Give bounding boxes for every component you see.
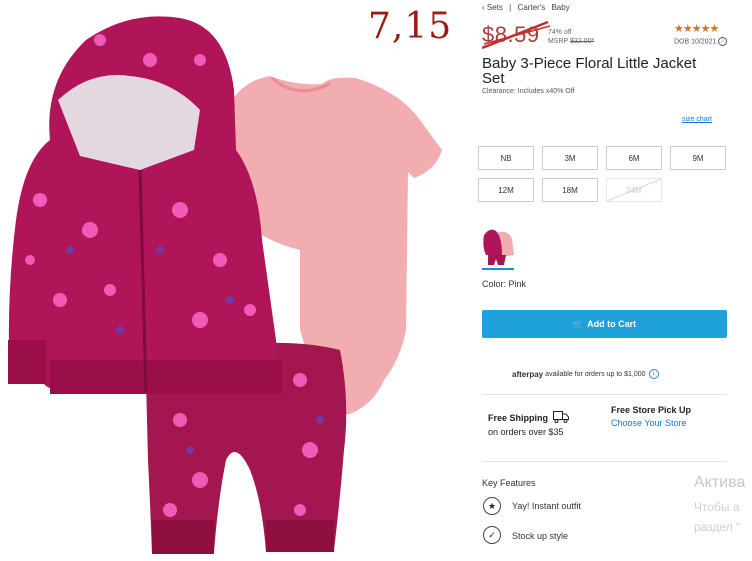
afterpay-info: afterpay available for orders up to $1,0… <box>512 369 659 379</box>
divider <box>482 394 727 395</box>
windows-activation-watermark: Актива <box>694 474 746 491</box>
discount-info: 74% off MSRP $32.00* <box>548 28 594 46</box>
size-option: 24M <box>606 178 662 202</box>
afterpay-info-icon[interactable]: i <box>648 369 659 379</box>
size-option[interactable]: NB <box>478 146 534 170</box>
feature-stock-up: Stock up style <box>512 531 569 541</box>
swatch-selected-indicator <box>482 268 514 270</box>
truck-icon <box>553 411 569 423</box>
dob-date: DOB 10/2021 i <box>674 37 728 46</box>
dob-text: DOB 10/2021 <box>674 38 717 46</box>
size-option[interactable]: 9M <box>670 146 726 170</box>
color-label: Color: Pink <box>482 279 527 289</box>
breadcrumb-category-link[interactable]: Baby <box>551 3 569 12</box>
free-shipping-subtitle: on orders over $35 <box>488 427 564 437</box>
jacket-image <box>8 16 282 394</box>
color-swatch-thumbnail[interactable] <box>482 225 516 265</box>
add-to-cart-label: Add to Cart <box>587 319 637 329</box>
add-to-cart-button[interactable]: 🛒 Add to Cart <box>482 310 727 338</box>
msrp-line: MSRP $32.00* <box>548 37 594 46</box>
size-chart-link[interactable]: size chart <box>682 116 712 123</box>
product-title: Baby 3-Piece Floral Little Jacket Set <box>482 55 697 87</box>
feature-instant-outfit: Yay! Instant outfit <box>512 501 581 511</box>
info-icon[interactable]: i <box>718 37 728 46</box>
breadcrumb-brand-link[interactable]: Carter's <box>517 3 545 12</box>
rating-stars[interactable]: ★★★★★ <box>674 22 719 35</box>
clearance-note: Clearance: Includes x40% Off <box>482 88 575 95</box>
windows-activation-line2: Чтобы а <box>694 500 740 514</box>
store-pickup-title: Free Store Pick Up <box>611 405 692 415</box>
size-option[interactable]: 3M <box>542 146 598 170</box>
divider <box>482 461 727 462</box>
key-features-title: Key Features <box>482 478 536 488</box>
check-badge-icon: ✓ <box>483 526 501 544</box>
msrp-label: MSRP <box>548 38 569 45</box>
cart-icon: 🛒 <box>572 318 585 329</box>
free-shipping-title: Free Shipping <box>488 413 549 423</box>
afterpay-text: available for orders up to $1,000 <box>545 370 646 378</box>
discount-percent: 74% off <box>548 29 572 36</box>
size-option[interactable]: 6M <box>606 146 662 170</box>
breadcrumb-back-link[interactable]: ‹ Sets <box>482 3 503 12</box>
msrp-value: $32.00* <box>570 38 595 45</box>
size-option[interactable]: 12M <box>478 178 534 202</box>
afterpay-logo: afterpay <box>512 369 544 379</box>
breadcrumb: ‹ Sets | Carter's Baby <box>482 3 574 12</box>
product-image <box>8 16 442 554</box>
breadcrumb-separator: | <box>509 3 512 12</box>
size-option[interactable]: 18M <box>542 178 598 202</box>
windows-activation-line3: раздел " <box>694 520 741 534</box>
handwritten-price: 7,15 <box>368 6 453 47</box>
choose-store-link[interactable]: Choose Your Store <box>611 418 687 428</box>
star-badge-icon: ★ <box>483 497 501 515</box>
